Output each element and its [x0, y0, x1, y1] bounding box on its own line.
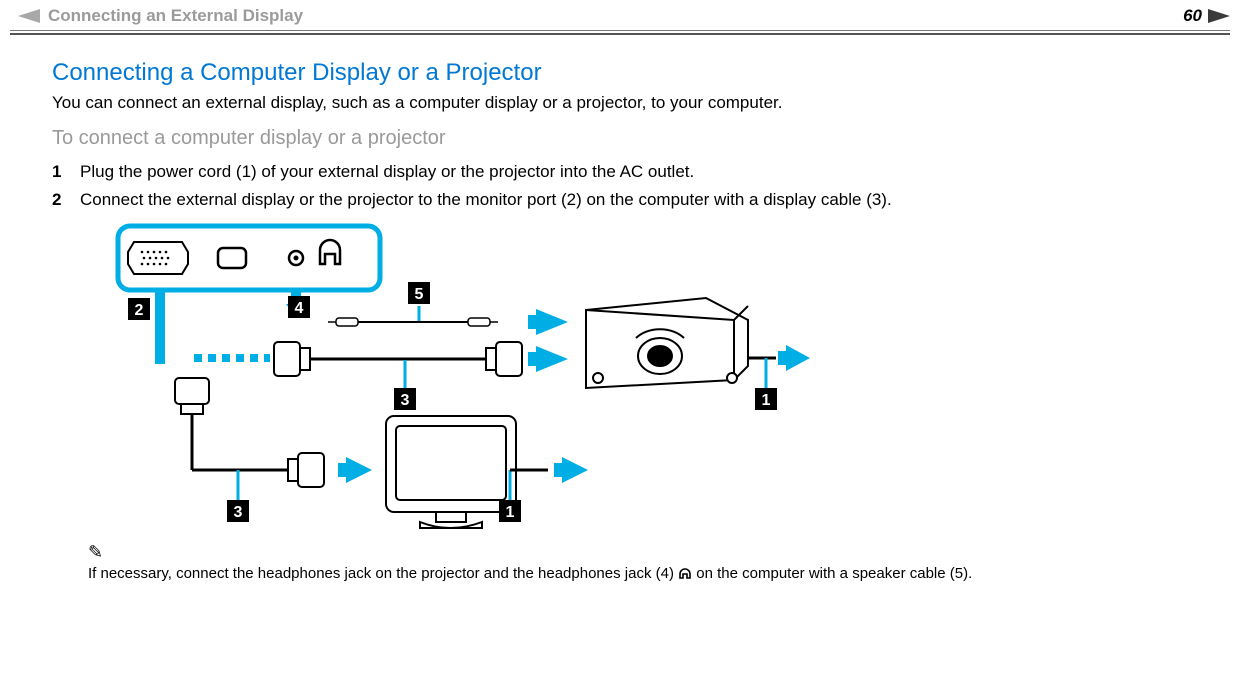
- header-bar: Connecting an External Display 60: [0, 0, 1240, 30]
- vga-conn-top-right: [486, 342, 522, 376]
- pencil-icon: ✎: [88, 542, 1188, 563]
- label-4: 4: [295, 300, 304, 317]
- vga-conn-low-right: [288, 453, 324, 487]
- label-5: 5: [415, 286, 424, 303]
- step-number: 1: [52, 162, 80, 182]
- note-post: on the computer with a speaker cable (5)…: [692, 565, 972, 582]
- step-text: Connect the external display or the proj…: [80, 190, 892, 210]
- intro-text: You can connect an external display, suc…: [52, 93, 1188, 113]
- label-1-bot: 1: [506, 504, 515, 521]
- step-1: 1 Plug the power cord (1) of your extern…: [52, 162, 1188, 182]
- connection-diagram: 2 4 5 3 1 3 1: [88, 218, 810, 536]
- section-title: Connecting a Computer Display or a Proje…: [52, 59, 1188, 87]
- header-rule-thin: [10, 30, 1230, 31]
- headphones-icon: [678, 566, 692, 584]
- label-3-bot: 3: [234, 504, 243, 521]
- content-area: Connecting a Computer Display or a Proje…: [0, 35, 1240, 584]
- next-page-arrow-icon[interactable]: [1208, 9, 1230, 23]
- projector-icon: [586, 298, 748, 388]
- note-text: If necessary, connect the headphones jac…: [88, 565, 1188, 584]
- monitor-icon: [386, 416, 516, 528]
- vga-conn-low-top: [175, 378, 209, 414]
- vga-conn-top-left: [274, 342, 310, 376]
- prev-page-arrow-icon[interactable]: [18, 9, 40, 23]
- label-3-top: 3: [401, 392, 410, 409]
- step-number: 2: [52, 190, 80, 210]
- audio-plug-right: [468, 318, 498, 326]
- label-1-top: 1: [762, 392, 771, 409]
- breadcrumb[interactable]: Connecting an External Display: [48, 6, 1177, 26]
- procedure-heading: To connect a computer display or a proje…: [52, 127, 1188, 150]
- note-pre: If necessary, connect the headphones jac…: [88, 565, 678, 582]
- note-block: ✎ If necessary, connect the headphones j…: [88, 542, 1188, 584]
- label-2: 2: [135, 302, 144, 319]
- step-text: Plug the power cord (1) of your external…: [80, 162, 694, 182]
- step-2: 2 Connect the external display or the pr…: [52, 190, 1188, 210]
- page-number: 60: [1183, 6, 1202, 26]
- audio-plug-left: [328, 318, 358, 326]
